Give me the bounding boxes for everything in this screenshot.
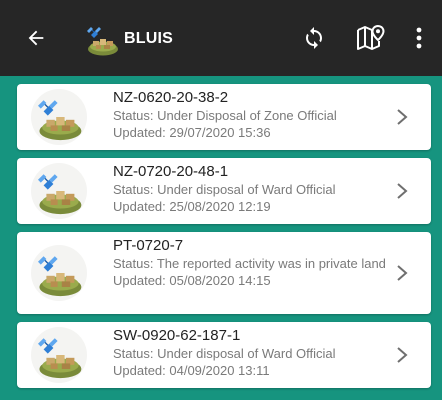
case-thumbnail-icon [31, 327, 87, 383]
case-thumbnail-icon [31, 89, 87, 145]
case-card[interactable]: NZ-0620-20-38-2 Status: Under Disposal o… [17, 84, 431, 150]
case-text: NZ-0620-20-38-2 Status: Under Disposal o… [113, 89, 387, 141]
case-card[interactable]: SW-0920-62-187-1 Status: Under disposal … [17, 322, 431, 388]
app-bar: BLUIS [0, 0, 442, 76]
case-status: Status: Under disposal of Ward Official [113, 346, 336, 361]
case-code: SW-0920-62-187-1 [113, 327, 241, 344]
chevron-right-icon [397, 109, 408, 125]
map-button[interactable] [350, 18, 390, 58]
map-pin-icon [357, 24, 385, 50]
case-status: Status: Under Disposal of Zone Official [113, 108, 337, 123]
case-thumbnail-icon [31, 245, 87, 301]
back-button[interactable] [18, 20, 54, 56]
more-vertical-icon [416, 27, 422, 49]
chevron-right-icon [397, 265, 408, 281]
sync-icon [306, 27, 322, 49]
arrow-left-icon [28, 30, 44, 46]
sync-button[interactable] [296, 20, 332, 56]
case-card[interactable]: NZ-0720-20-48-1 Status: Under disposal o… [17, 158, 431, 224]
case-status: Status: Under disposal of Ward Official [113, 182, 336, 197]
case-updated: Updated: 25/08/2020 12:19 [113, 199, 271, 214]
case-text: NZ-0720-20-48-1 Status: Under disposal o… [113, 163, 387, 215]
bluis-logo-icon [82, 19, 122, 59]
chevron-right-icon [397, 347, 408, 363]
case-updated: Updated: 05/08/2020 14:15 [113, 273, 271, 288]
case-text: SW-0920-62-187-1 Status: Under disposal … [113, 327, 387, 379]
case-updated: Updated: 04/09/2020 13:11 [113, 363, 270, 378]
app-title: BLUIS [124, 30, 173, 47]
case-code: NZ-0620-20-38-2 [113, 89, 229, 106]
case-card[interactable]: PT-0720-7 Status: The reported activity … [17, 232, 431, 314]
case-text: PT-0720-7 Status: The reported activity … [113, 237, 387, 289]
case-status: Status: The reported activity was in pri… [113, 256, 386, 271]
case-list: NZ-0620-20-38-2 Status: Under Disposal o… [0, 76, 442, 400]
chevron-right-icon [397, 183, 408, 199]
case-code: PT-0720-7 [113, 237, 184, 254]
case-updated: Updated: 29/07/2020 15:36 [113, 125, 271, 140]
case-thumbnail-icon [31, 163, 87, 219]
more-options-button[interactable] [404, 20, 434, 56]
case-code: NZ-0720-20-48-1 [113, 163, 229, 180]
